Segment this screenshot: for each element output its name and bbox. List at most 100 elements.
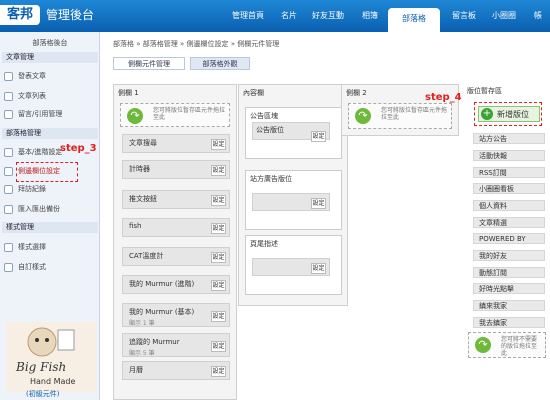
nav-album[interactable]: 相簿 xyxy=(362,10,378,24)
widget-name: 追蹤的 Murmur xyxy=(129,338,180,346)
widget-settings-button[interactable]: 設定 xyxy=(211,252,226,263)
widget-settings-button[interactable]: 設定 xyxy=(211,366,226,377)
widget-item[interactable]: 追蹤的 Murmur 顯示 5 筆設定 xyxy=(122,333,230,357)
sidebar-item-settings[interactable]: 基本/進階設定 xyxy=(4,147,62,158)
widget-settings-button[interactable]: 設定 xyxy=(311,131,326,142)
column-title: 側欄 2 xyxy=(346,89,367,97)
sidebar-item-label: 匯入匯出備份 xyxy=(18,205,60,213)
widget-settings-button[interactable]: 設定 xyxy=(311,198,326,209)
widget-name: 月曆 xyxy=(129,366,143,374)
stash-item[interactable]: 文章精選 xyxy=(473,217,545,228)
stash-item[interactable]: 我的好友 xyxy=(473,250,545,261)
widget-item[interactable]: 推文按鈕 設定 xyxy=(122,190,230,209)
stash-item[interactable]: 我去鎮家 xyxy=(473,317,545,328)
box-inner-widget[interactable]: 公告版位設定 xyxy=(252,122,330,142)
sidebar-item-label: 拜訪紀錄 xyxy=(18,185,46,193)
step4-highlight xyxy=(474,102,542,126)
stash-item[interactable]: 鎮來我家 xyxy=(473,300,545,311)
box-inner-widget[interactable]: 設定 xyxy=(252,193,330,211)
site-title: 管理後台 xyxy=(46,8,95,22)
widget-settings-button[interactable]: 設定 xyxy=(211,311,226,322)
tab-blog-appearance[interactable]: 部落格外觀 xyxy=(190,57,250,70)
stash-title: 版位暫存區 xyxy=(467,87,502,95)
content-box[interactable]: 站方廣告版位 設定 xyxy=(245,170,342,230)
sidebar-section-articles: 文章管理 xyxy=(2,52,98,63)
stash-item[interactable]: 活動快報 xyxy=(473,150,545,161)
drop-arrow-icon: ↷ xyxy=(475,337,491,353)
hint-text: 您可將不需要的版位拖拉至此 xyxy=(501,336,538,357)
widget-settings-button[interactable]: 設定 xyxy=(211,280,226,291)
widget-item[interactable]: 我的 Murmur (基本) 顯示 1 筆設定 xyxy=(122,303,230,327)
widget-settings-button[interactable]: 設定 xyxy=(211,139,226,150)
content-column: 內容欄 公告區塊 公告版位設定 站方廣告版位 設定 頁尾指述 設定 xyxy=(238,84,348,306)
step4-label: step_4 xyxy=(425,92,462,103)
box-inner-widget[interactable]: 設定 xyxy=(252,258,330,276)
mascot-text-3: (初級元件) xyxy=(26,390,60,398)
drop-arrow-icon: ↷ xyxy=(355,108,371,124)
widget-name: 我的 Murmur (基本) xyxy=(129,308,195,316)
drop-hint[interactable]: ↷ 您可將版位暫存區元件拖拉至此 xyxy=(120,103,230,127)
widget-item[interactable]: 我的 Murmur (進階) 設定 xyxy=(122,275,230,294)
sidebar-item-backup[interactable]: 匯入匯出備份 xyxy=(4,204,60,215)
widget-settings-button[interactable]: 設定 xyxy=(211,165,226,176)
stash-item[interactable]: 小圈圈看板 xyxy=(473,183,545,194)
column-title: 側欄 1 xyxy=(118,89,139,97)
nav-circles[interactable]: 小圈圈 xyxy=(492,10,516,24)
gear-icon xyxy=(4,148,13,157)
widget-settings-button[interactable]: 設定 xyxy=(211,223,226,234)
list-icon xyxy=(4,92,13,101)
sidebar-item-label: 基本/進階設定 xyxy=(18,148,63,156)
widget-settings-button[interactable]: 設定 xyxy=(211,341,226,352)
sidebar-item-label: 發表文章 xyxy=(18,72,46,80)
box-title: 站方廣告版位 xyxy=(250,175,292,183)
widget-name: CAT溫度計 xyxy=(129,252,164,260)
drop-arrow-icon: ↷ xyxy=(127,108,143,124)
sidebar-item-custom-style[interactable]: 自訂樣式 xyxy=(4,262,46,273)
nav-guestbook[interactable]: 留言板 xyxy=(452,10,476,24)
sidebar-item-comments[interactable]: 留言/引用管理 xyxy=(4,109,62,120)
backup-icon xyxy=(4,205,13,214)
sidebar-item-new-post[interactable]: 發表文章 xyxy=(4,71,46,82)
stash-item[interactable]: RSS訂閱 xyxy=(473,167,545,178)
widget-item[interactable]: 計時器 設定 xyxy=(122,160,230,179)
palette-icon xyxy=(4,243,13,252)
widget-settings-button[interactable]: 設定 xyxy=(311,263,326,274)
widget-settings-button[interactable]: 設定 xyxy=(211,195,226,206)
sidebar-item-label: 文章列表 xyxy=(18,92,46,100)
nav-account[interactable]: 帳 xyxy=(534,10,542,24)
sidebar-item-style-select[interactable]: 樣式選擇 xyxy=(4,242,46,253)
drop-hint[interactable]: ↷ 您可將版位暫存區元件拖拉至此 xyxy=(348,103,452,129)
breadcrumb: 部落格 » 部落格管理 » 側邊欄位設定 » 側欄元件管理 xyxy=(113,40,280,48)
nav-card[interactable]: 名片 xyxy=(281,10,297,24)
widget-name: fish xyxy=(129,222,142,230)
nav-home[interactable]: 管理首頁 xyxy=(232,10,264,24)
widget-name: 公告版位 xyxy=(256,126,284,134)
stash-item[interactable]: 個人資料 xyxy=(473,200,545,211)
stash-item[interactable]: 動態訂閱 xyxy=(473,267,545,278)
mascot-text-1: Big Fish xyxy=(16,360,67,374)
sidebar-item-label: 留言/引用管理 xyxy=(18,110,63,118)
sidebar-item-label: 樣式選擇 xyxy=(18,243,46,251)
stash-item[interactable]: 好時光點擊 xyxy=(473,283,545,294)
widget-item[interactable]: fish 設定 xyxy=(122,218,230,237)
widget-item[interactable]: 文章搜尋 設定 xyxy=(122,134,230,153)
stash-drop-hint[interactable]: ↷ 您可將不需要的版位拖拉至此 xyxy=(468,332,546,358)
tab-widget-manage[interactable]: 側欄元件管理 xyxy=(113,57,185,70)
widget-item[interactable]: 月曆 設定 xyxy=(122,361,230,380)
widget-name: 我的 Murmur (進階) xyxy=(129,280,195,288)
widget-name: 文章搜尋 xyxy=(129,139,157,147)
sidebar-item-visits[interactable]: 拜訪紀錄 xyxy=(4,184,46,195)
content-box[interactable]: 公告區塊 公告版位設定 xyxy=(245,107,342,159)
layout-icon xyxy=(4,167,13,176)
stash-item[interactable]: 站方公告 xyxy=(473,133,545,144)
sidebar-item-post-list[interactable]: 文章列表 xyxy=(4,91,46,102)
content-box[interactable]: 頁尾指述 設定 xyxy=(245,235,342,295)
widget-item[interactable]: CAT溫度計 設定 xyxy=(122,247,230,266)
stash-item[interactable]: POWERED BY xyxy=(473,233,545,244)
step3-label: step_3 xyxy=(60,143,97,154)
nav-friends[interactable]: 好友互動 xyxy=(312,10,344,24)
site-logo[interactable]: 客邦 xyxy=(0,5,40,25)
box-title: 公告區塊 xyxy=(250,112,278,120)
nav-blog[interactable]: 部落格 xyxy=(388,8,440,32)
column-title: 內容欄 xyxy=(243,89,264,97)
